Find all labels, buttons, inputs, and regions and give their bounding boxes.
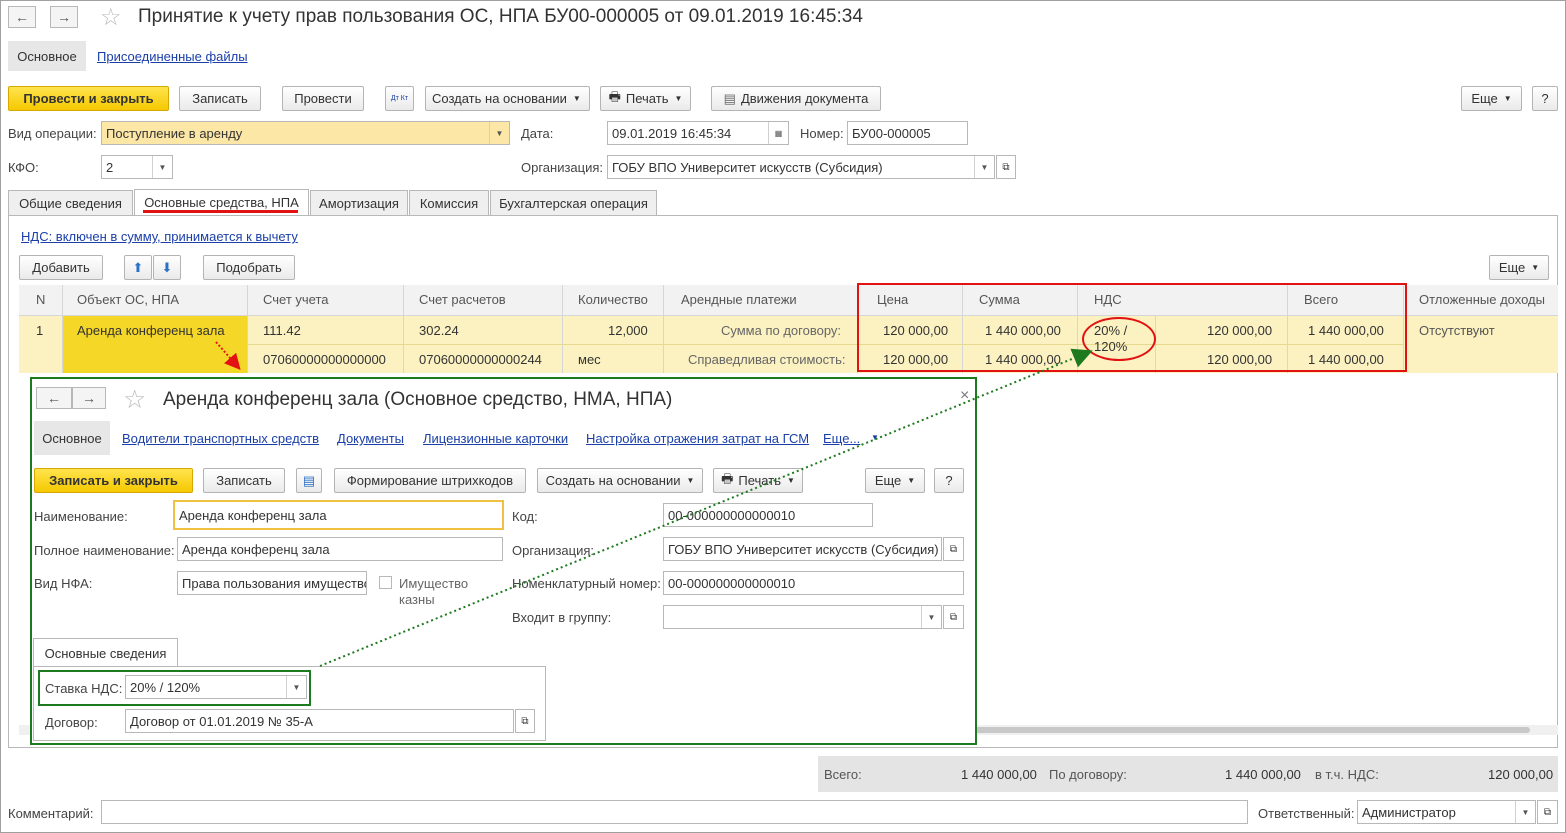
green-arrow [319,348,1093,667]
red-arrow [215,341,241,371]
annotation-arrows [215,341,1093,667]
